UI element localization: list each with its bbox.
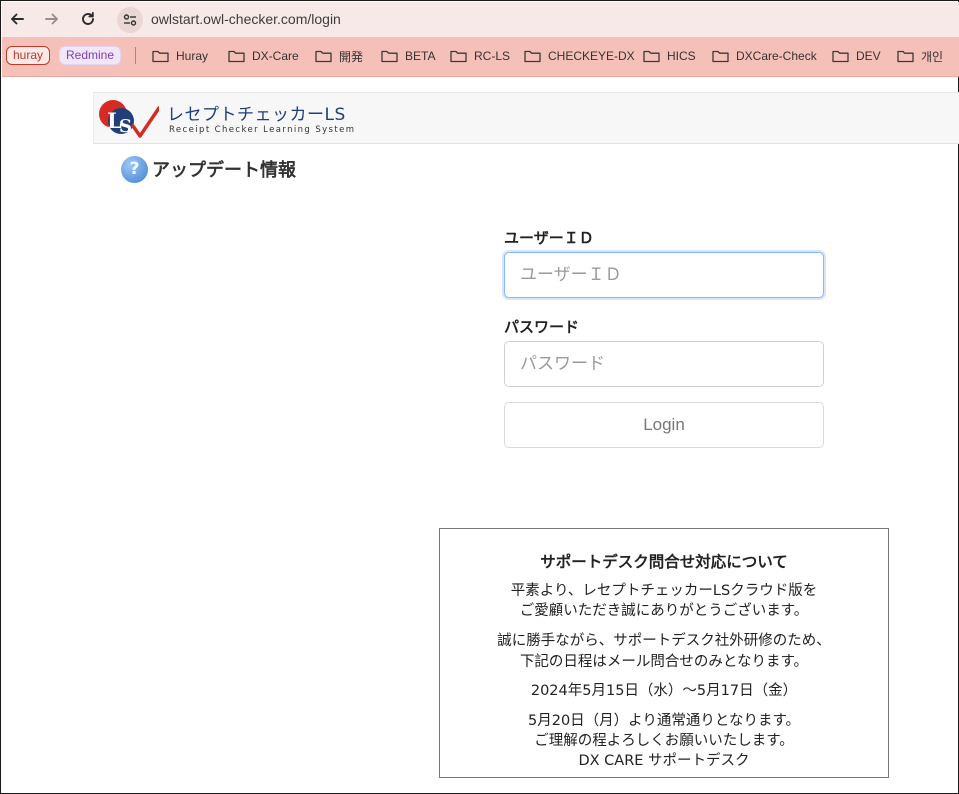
reload-button[interactable] — [75, 6, 101, 32]
bookmark-folder-dev[interactable]: DEV — [832, 47, 881, 65]
bookmark-folder-rc-ls[interactable]: RC-LS — [450, 47, 510, 65]
back-button[interactable] — [4, 6, 30, 32]
arrow-left-icon — [9, 11, 25, 27]
userid-label: ユーザーＩＤ — [504, 229, 594, 247]
tune-icon — [123, 11, 137, 30]
folder-icon — [450, 50, 467, 63]
bookmark-chip-redmine[interactable]: Redmine — [59, 46, 122, 65]
userid-input[interactable] — [504, 252, 824, 298]
reload-icon — [80, 11, 96, 27]
notice-line: 誠に勝手ながら、サポートデスク社外研修のため、 — [497, 633, 831, 649]
folder-icon — [152, 50, 169, 63]
support-notice: サポートデスク問合せ対応について 平素より、レセプトチェッカーLSクラウド版を … — [439, 528, 889, 778]
bookmark-label: BETA — [405, 49, 436, 63]
bookmark-separator — [135, 47, 136, 64]
bookmark-folder-personal[interactable]: 개인 — [897, 47, 943, 65]
folder-icon — [832, 50, 849, 63]
site-info-button[interactable] — [117, 7, 143, 33]
bookmark-folder-dx-care[interactable]: DX-Care — [228, 47, 299, 65]
arrow-right-icon — [44, 11, 60, 27]
notice-date-range: 2024年5月15日（水）～5月17日（金） — [530, 683, 798, 699]
folder-icon — [712, 50, 729, 63]
notice-title: サポートデスク問合せ対応について — [540, 553, 788, 571]
bookmark-label: DXCare-Check — [736, 49, 817, 63]
bookmark-folder-dxcare-check[interactable]: DXCare-Check — [712, 47, 817, 65]
bookmark-label: HICS — [667, 49, 696, 63]
bookmark-folder-huray[interactable]: Huray — [152, 47, 208, 65]
folder-icon — [381, 50, 398, 63]
bookmark-label: CHECKEYE-DX — [548, 49, 635, 63]
bookmark-label: RC-LS — [474, 49, 511, 63]
brand-logo[interactable]: L S — [97, 96, 161, 140]
brand-subtitle: Receipt Checker Learning System — [169, 125, 356, 135]
folder-icon — [643, 50, 660, 63]
bookmark-folder-beta[interactable]: BETA — [381, 47, 435, 65]
folder-icon — [228, 50, 245, 63]
question-circle-icon: ? — [121, 155, 148, 183]
bookmark-label: DX-Care — [252, 49, 299, 63]
folder-icon — [315, 50, 332, 63]
notice-line: 下記の日程はメール問合せのみとなります。 — [519, 654, 809, 670]
notice-line: 平素より、レセプトチェッカーLSクラウド版を — [510, 583, 818, 599]
notice-signature: DX CARE サポートデスク — [578, 753, 750, 769]
folder-icon — [524, 50, 541, 63]
bookmark-folder-hics[interactable]: HICS — [643, 47, 696, 65]
bookmark-folder-kaihatsu[interactable]: 開発 — [315, 47, 363, 65]
login-button[interactable]: Login — [504, 402, 824, 448]
update-info-label: アップデート情報 — [152, 160, 296, 181]
brand-title: レセプトチェッカーLS — [167, 105, 346, 125]
folder-icon — [897, 50, 914, 63]
update-info-link[interactable]: ? アップデート情報 — [121, 155, 296, 183]
browser-window: owlstart.owl-checker.com/login huray Red… — [0, 0, 959, 794]
notice-line: ご愛顧いただき誠にありがとうございます。 — [519, 603, 809, 619]
password-label: パスワード — [504, 318, 580, 336]
page-header: L S レセプトチェッカーLS Receipt Checker Learning… — [93, 92, 959, 144]
bookmark-label: 開発 — [339, 49, 364, 64]
forward-button[interactable] — [39, 6, 65, 32]
bookmarks-bar: huray Redmine Huray DX-Care 開発 BETA RC-L… — [2, 37, 959, 77]
bookmark-label: 개인 — [921, 49, 944, 64]
bookmark-label: Huray — [176, 49, 209, 63]
url-text[interactable]: owlstart.owl-checker.com/login — [151, 11, 341, 27]
password-input[interactable] — [504, 341, 824, 387]
address-bar: owlstart.owl-checker.com/login — [2, 2, 959, 37]
svg-text:S: S — [119, 116, 132, 137]
notice-line: 5月20日（月）より通常通りとなります。 — [528, 713, 800, 729]
bookmark-chip-huray[interactable]: huray — [6, 46, 51, 65]
notice-line: ご理解の程よろしくお願いいたします。 — [534, 733, 794, 749]
bookmark-folder-checkeye-dx[interactable]: CHECKEYE-DX — [524, 47, 635, 65]
bookmark-label: DEV — [856, 49, 881, 63]
